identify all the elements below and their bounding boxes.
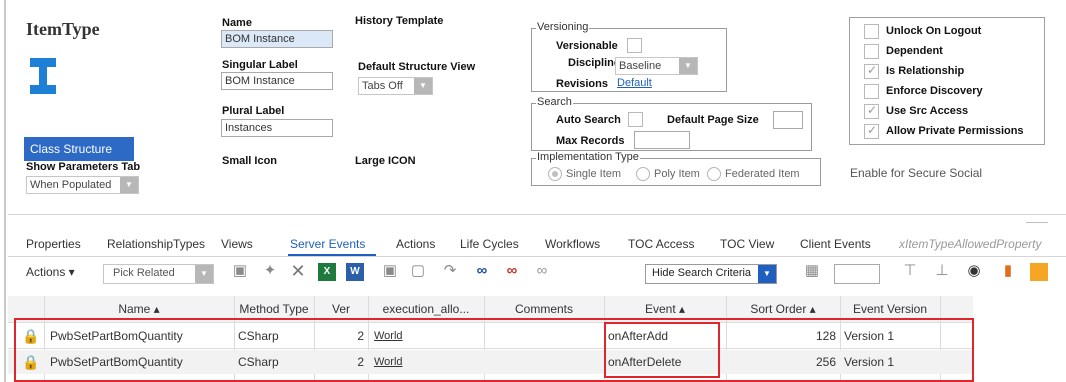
plural-label-field[interactable]: Instances xyxy=(221,119,333,137)
show-parameters-select[interactable]: When Populated ▼ xyxy=(26,176,139,194)
search-legend: Search xyxy=(536,96,573,108)
discipline-select[interactable]: Baseline ▼ xyxy=(615,57,698,75)
default-page-size-label: Default Page Size xyxy=(667,114,759,126)
unlock-icon[interactable]: ▢ xyxy=(408,261,428,281)
enforce-discovery-checkbox[interactable] xyxy=(864,84,879,99)
chevron-down-icon: ▼ xyxy=(679,58,697,74)
redirect-icon[interactable]: ↷ xyxy=(440,261,460,281)
hide-search-criteria-value: Hide Search Criteria xyxy=(652,267,752,279)
tab-toc-access[interactable]: TOC Access xyxy=(628,237,694,251)
show-parameters-value: When Populated xyxy=(30,179,112,191)
hide-search-criteria-select[interactable]: Hide Search Criteria ▼ xyxy=(645,264,777,284)
dependent-checkbox[interactable] xyxy=(864,44,879,59)
versionable-checkbox[interactable] xyxy=(627,38,642,53)
tab-server-events[interactable]: Server Events xyxy=(290,237,365,251)
auto-search-checkbox[interactable] xyxy=(628,112,643,127)
tab-life-cycles[interactable]: Life Cycles xyxy=(460,237,519,251)
excel-export-icon[interactable]: X xyxy=(318,263,336,281)
small-icon-label: Small Icon xyxy=(222,155,278,167)
show-parameters-label: Show Parameters Tab xyxy=(26,161,141,173)
chevron-down-icon: ▼ xyxy=(195,265,213,283)
itemtype-form: ItemType Class Structure Show Parameters… xyxy=(0,0,1066,382)
pick-related-value: Pick Related xyxy=(113,267,175,279)
section-divider xyxy=(8,214,1066,215)
poly-item-label: Poly Item xyxy=(654,168,700,180)
lock-icon[interactable]: ▣ xyxy=(380,261,400,281)
splitter-handle[interactable] xyxy=(1026,222,1048,223)
secure-social-label: Enable for Secure Social xyxy=(850,166,983,180)
page-title: ItemType xyxy=(26,19,100,39)
chevron-down-icon: ▼ xyxy=(120,177,138,193)
link-icon[interactable]: ∞ xyxy=(532,261,552,281)
left-edge xyxy=(4,0,6,382)
word-export-icon[interactable]: W xyxy=(346,263,364,281)
discipline-label: Discipline xyxy=(568,57,620,69)
poly-item-radio[interactable] xyxy=(636,167,650,181)
pick-related-select[interactable]: Pick Related ▼ xyxy=(103,264,214,284)
event-highlight-box xyxy=(604,322,720,378)
tab-client-events[interactable]: Client Events xyxy=(800,237,871,251)
allow-private-permissions-checkbox[interactable] xyxy=(864,123,879,139)
unlock-on-logout-label: Unlock On Logout xyxy=(886,25,982,37)
singular-label-label: Singular Label xyxy=(222,59,298,71)
use-src-access-checkbox[interactable] xyxy=(864,103,879,119)
discipline-value: Baseline xyxy=(619,60,662,72)
tabs-divider xyxy=(8,256,1066,257)
revisions-label: Revisions xyxy=(556,78,608,90)
chevron-down-icon: ▼ xyxy=(758,265,776,283)
delete-icon[interactable]: ✕ xyxy=(288,261,308,281)
add-relationship-icon[interactable]: ∞ xyxy=(472,261,492,281)
tab-relationship-types[interactable]: RelationshipTypes xyxy=(107,237,205,251)
is-relationship-label: Is Relationship xyxy=(886,65,965,77)
auto-search-label: Auto Search xyxy=(556,114,621,126)
add-row-icon[interactable]: ▣ xyxy=(230,261,250,281)
chevron-down-icon: ▼ xyxy=(414,78,432,94)
tab-workflows[interactable]: Workflows xyxy=(545,237,600,251)
implementation-type-legend: Implementation Type xyxy=(536,151,640,163)
default-structure-view-label: Default Structure View xyxy=(358,61,476,73)
use-src-access-label: Use Src Access xyxy=(886,105,969,117)
remove-relationship-icon[interactable]: ∞ xyxy=(502,261,522,281)
large-icon-label: Large ICON xyxy=(355,155,416,167)
search-box[interactable] xyxy=(834,264,880,284)
report-icon[interactable]: ▮ xyxy=(998,261,1018,281)
single-item-label: Single Item xyxy=(566,168,622,180)
revisions-link[interactable]: Default xyxy=(617,77,652,89)
itemtype-icon xyxy=(30,58,56,94)
name-field[interactable]: BOM Instance xyxy=(221,30,333,48)
tab-properties[interactable]: Properties xyxy=(26,237,81,251)
layout-icon[interactable] xyxy=(1030,263,1048,281)
default-page-size-field[interactable] xyxy=(773,111,803,129)
unlock-on-logout-checkbox[interactable] xyxy=(864,24,879,39)
max-records-field[interactable] xyxy=(634,131,690,149)
federated-item-label: Federated Item xyxy=(725,168,800,180)
max-records-label: Max Records xyxy=(556,135,625,147)
tab-toc-view[interactable]: TOC View xyxy=(720,237,774,251)
single-item-radio[interactable] xyxy=(548,167,562,181)
rows-highlight-box xyxy=(14,318,974,382)
tab-xitemtype-allowed-property[interactable]: xItemTypeAllowedProperty xyxy=(899,237,1042,251)
federated-item-radio[interactable] xyxy=(707,167,721,181)
history-template-label: History Template xyxy=(355,15,444,27)
tab-views[interactable]: Views xyxy=(221,237,253,251)
versioning-legend: Versioning xyxy=(536,21,590,33)
class-structure-button[interactable]: Class Structure xyxy=(24,137,134,161)
default-structure-view-value: Tabs Off xyxy=(362,80,403,92)
settings-icon[interactable]: ◉ xyxy=(964,261,984,281)
actions-menu[interactable]: Actions ▾ xyxy=(26,265,75,279)
grid-view-icon[interactable]: ▦ xyxy=(802,261,822,281)
pick-icon[interactable]: ✦ xyxy=(260,261,280,281)
plural-label-label: Plural Label xyxy=(222,105,285,117)
versionable-label: Versionable xyxy=(556,40,618,52)
enforce-discovery-label: Enforce Discovery xyxy=(886,85,983,97)
default-structure-view-select[interactable]: Tabs Off ▼ xyxy=(358,77,433,95)
name-label: Name xyxy=(222,17,252,29)
dependent-label: Dependent xyxy=(886,45,943,57)
is-relationship-checkbox[interactable] xyxy=(864,63,879,79)
allow-private-permissions-label: Allow Private Permissions xyxy=(886,125,1024,137)
singular-label-field[interactable]: BOM Instance xyxy=(221,72,333,90)
tab-actions[interactable]: Actions xyxy=(396,237,435,251)
align-top-icon[interactable]: ⊤ xyxy=(900,261,920,281)
align-bottom-icon[interactable]: ⊥ xyxy=(932,261,952,281)
